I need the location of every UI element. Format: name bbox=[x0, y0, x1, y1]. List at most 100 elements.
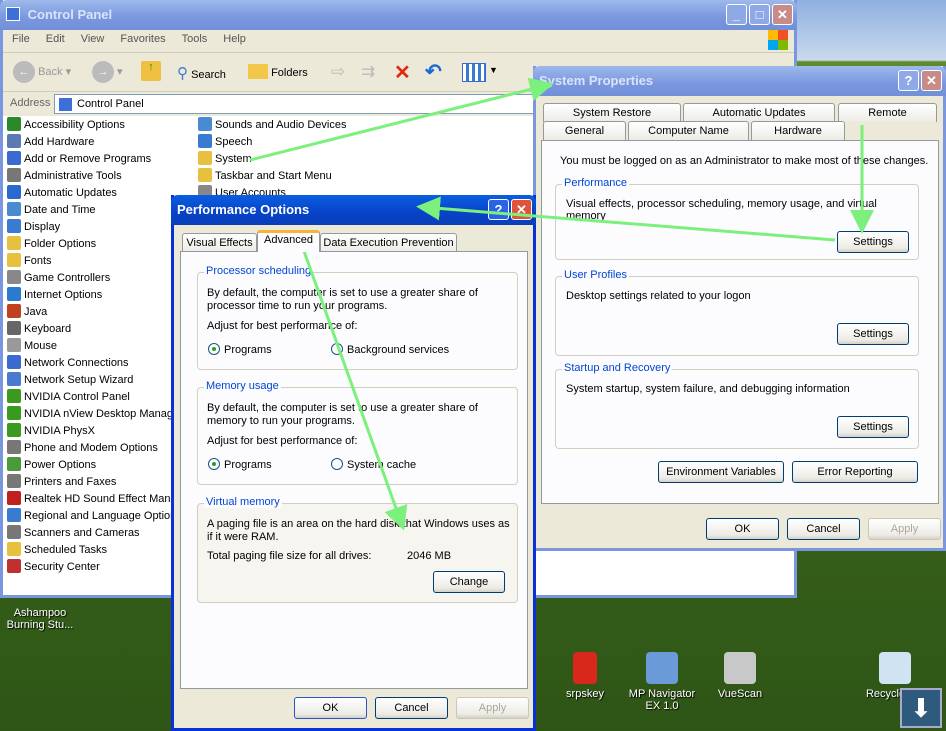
tab-automatic-updates[interactable]: Automatic Updates bbox=[683, 103, 835, 122]
apply-button[interactable]: Apply bbox=[456, 697, 529, 719]
close-button[interactable]: ✕ bbox=[772, 4, 793, 25]
startup-recovery-settings-button[interactable]: Settings bbox=[837, 416, 909, 438]
search-button[interactable]: ⚲ Search bbox=[177, 64, 226, 82]
control-panel-item[interactable]: Network Connections bbox=[7, 355, 129, 372]
control-panel-item[interactable]: Administrative Tools bbox=[7, 168, 122, 185]
control-panel-item[interactable]: NVIDIA nView Desktop Manager bbox=[7, 406, 183, 423]
performance-settings-button[interactable]: Settings bbox=[837, 231, 909, 253]
control-panel-icon bbox=[6, 7, 20, 21]
control-panel-item[interactable]: Speech bbox=[198, 134, 252, 151]
applet-icon bbox=[7, 440, 21, 454]
undo-icon[interactable]: ↶ bbox=[425, 59, 442, 84]
delete-icon[interactable]: ✕ bbox=[394, 60, 411, 85]
views-icon[interactable] bbox=[462, 63, 486, 82]
control-panel-item[interactable]: Date and Time bbox=[7, 202, 96, 219]
copy-to-icon[interactable]: ⇉ bbox=[361, 62, 375, 82]
apply-button[interactable]: Apply bbox=[868, 518, 941, 540]
control-panel-item[interactable]: Keyboard bbox=[7, 321, 71, 338]
virtual-memory-group: Virtual memory A paging file is an area … bbox=[197, 496, 518, 603]
tab-computer-name[interactable]: Computer Name bbox=[628, 121, 749, 140]
ok-button[interactable]: OK bbox=[706, 518, 779, 540]
control-panel-item[interactable]: Network Setup Wizard bbox=[7, 372, 133, 389]
tab-data-execution-prevention[interactable]: Data Execution Prevention bbox=[320, 233, 457, 252]
menu-favorites[interactable]: Favorites bbox=[120, 33, 165, 45]
menu-file[interactable]: File bbox=[12, 33, 30, 45]
back-button[interactable]: ← Back ▾ bbox=[13, 61, 71, 83]
control-panel-titlebar[interactable]: Control Panel _ □ ✕ bbox=[0, 0, 797, 30]
control-panel-item[interactable]: Scanners and Cameras bbox=[7, 525, 140, 542]
help-button[interactable]: ? bbox=[488, 199, 509, 220]
desktop-icon-ashampoo[interactable]: Ashampoo Burning Stu... bbox=[0, 607, 80, 631]
control-panel-item[interactable]: Security Center bbox=[7, 559, 100, 576]
control-panel-item[interactable]: Phone and Modem Options bbox=[7, 440, 158, 457]
up-folder-icon[interactable]: ↑ bbox=[141, 61, 161, 81]
desktop-icon-srpskey[interactable]: srpskey bbox=[545, 652, 625, 700]
control-panel-item[interactable]: Internet Options bbox=[7, 287, 102, 304]
folders-button[interactable]: Folders bbox=[248, 64, 308, 79]
applet-icon bbox=[7, 202, 21, 216]
control-panel-item[interactable]: Java bbox=[7, 304, 47, 321]
system-cache-radio[interactable]: System cache bbox=[331, 458, 416, 471]
user-profiles-settings-button[interactable]: Settings bbox=[837, 323, 909, 345]
control-panel-item[interactable]: Display bbox=[7, 219, 60, 236]
move-to-icon[interactable]: ⇨ bbox=[331, 62, 345, 82]
control-panel-item[interactable]: Power Options bbox=[7, 457, 96, 474]
menu-help[interactable]: Help bbox=[223, 33, 246, 45]
error-reporting-button[interactable]: Error Reporting bbox=[792, 461, 918, 483]
control-panel-item[interactable]: Automatic Updates bbox=[7, 185, 117, 202]
cancel-button[interactable]: Cancel bbox=[787, 518, 860, 540]
views-dropdown-icon[interactable]: ▼ bbox=[489, 65, 498, 75]
desktop-icon-mp-navigator[interactable]: MP Navigator EX 1.0 bbox=[622, 652, 702, 712]
processor-scheduling-group: Processor scheduling By default, the com… bbox=[197, 265, 518, 370]
system-properties-window: System Properties ? ✕ System Restore Aut… bbox=[533, 66, 946, 551]
tab-system-restore[interactable]: System Restore bbox=[543, 103, 681, 122]
minimize-button[interactable]: _ bbox=[726, 4, 747, 25]
programs-radio[interactable]: Programs bbox=[208, 458, 272, 471]
control-panel-item[interactable]: Add Hardware bbox=[7, 134, 94, 151]
control-panel-item[interactable]: Realtek HD Sound Effect Manager bbox=[7, 491, 193, 508]
tab-hardware[interactable]: Hardware bbox=[751, 121, 845, 140]
control-panel-item[interactable]: NVIDIA Control Panel bbox=[7, 389, 130, 406]
control-panel-item[interactable]: Taskbar and Start Menu bbox=[198, 168, 332, 185]
applet-icon bbox=[7, 542, 21, 556]
control-panel-item[interactable]: System bbox=[198, 151, 252, 168]
menu-view[interactable]: View bbox=[81, 33, 105, 45]
menu-tools[interactable]: Tools bbox=[182, 33, 208, 45]
control-panel-item[interactable]: Fonts bbox=[7, 253, 52, 270]
tab-visual-effects[interactable]: Visual Effects bbox=[182, 233, 257, 252]
control-panel-item[interactable]: Scheduled Tasks bbox=[7, 542, 107, 559]
control-panel-item[interactable]: Add or Remove Programs bbox=[7, 151, 151, 168]
startup-recovery-group: Startup and Recovery System startup, syst… bbox=[555, 362, 919, 449]
menu-edit[interactable]: Edit bbox=[46, 33, 65, 45]
applet-icon bbox=[7, 185, 21, 199]
performance-options-titlebar[interactable]: Performance Options ? ✕ bbox=[171, 195, 536, 225]
applet-icon bbox=[7, 474, 21, 488]
change-button[interactable]: Change bbox=[433, 571, 505, 593]
control-panel-item[interactable]: Game Controllers bbox=[7, 270, 110, 287]
control-panel-item[interactable]: Sounds and Audio Devices bbox=[198, 117, 346, 134]
desktop-icon-vuescan[interactable]: VueScan bbox=[700, 652, 780, 700]
tab-advanced[interactable]: Advanced bbox=[257, 230, 320, 252]
background-services-radio[interactable]: Background services bbox=[331, 343, 449, 356]
download-arrow-icon[interactable]: ⬇ bbox=[900, 688, 942, 728]
control-panel-item[interactable]: Printers and Faxes bbox=[7, 474, 116, 491]
cancel-button[interactable]: Cancel bbox=[375, 697, 448, 719]
ok-button[interactable]: OK bbox=[294, 697, 367, 719]
control-panel-item[interactable]: NVIDIA PhysX bbox=[7, 423, 95, 440]
control-panel-item[interactable]: Mouse bbox=[7, 338, 57, 355]
environment-variables-button[interactable]: Environment Variables bbox=[658, 461, 784, 483]
scanner-app-icon bbox=[646, 652, 678, 684]
system-properties-titlebar[interactable]: System Properties ? ✕ bbox=[533, 66, 946, 96]
close-button[interactable]: ✕ bbox=[921, 70, 942, 91]
maximize-button[interactable]: □ bbox=[749, 4, 770, 25]
help-button[interactable]: ? bbox=[898, 70, 919, 91]
close-button[interactable]: ✕ bbox=[511, 199, 532, 220]
advanced-tab-panel: Processor scheduling By default, the com… bbox=[180, 251, 528, 689]
control-panel-item[interactable]: Accessibility Options bbox=[7, 117, 125, 134]
tab-general[interactable]: General bbox=[543, 121, 626, 140]
control-panel-item[interactable]: Folder Options bbox=[7, 236, 96, 253]
control-panel-item[interactable]: Regional and Language Options bbox=[7, 508, 182, 525]
tab-remote[interactable]: Remote bbox=[838, 103, 937, 122]
programs-radio[interactable]: Programs bbox=[208, 343, 272, 356]
forward-button[interactable]: → ▾ bbox=[92, 61, 123, 83]
